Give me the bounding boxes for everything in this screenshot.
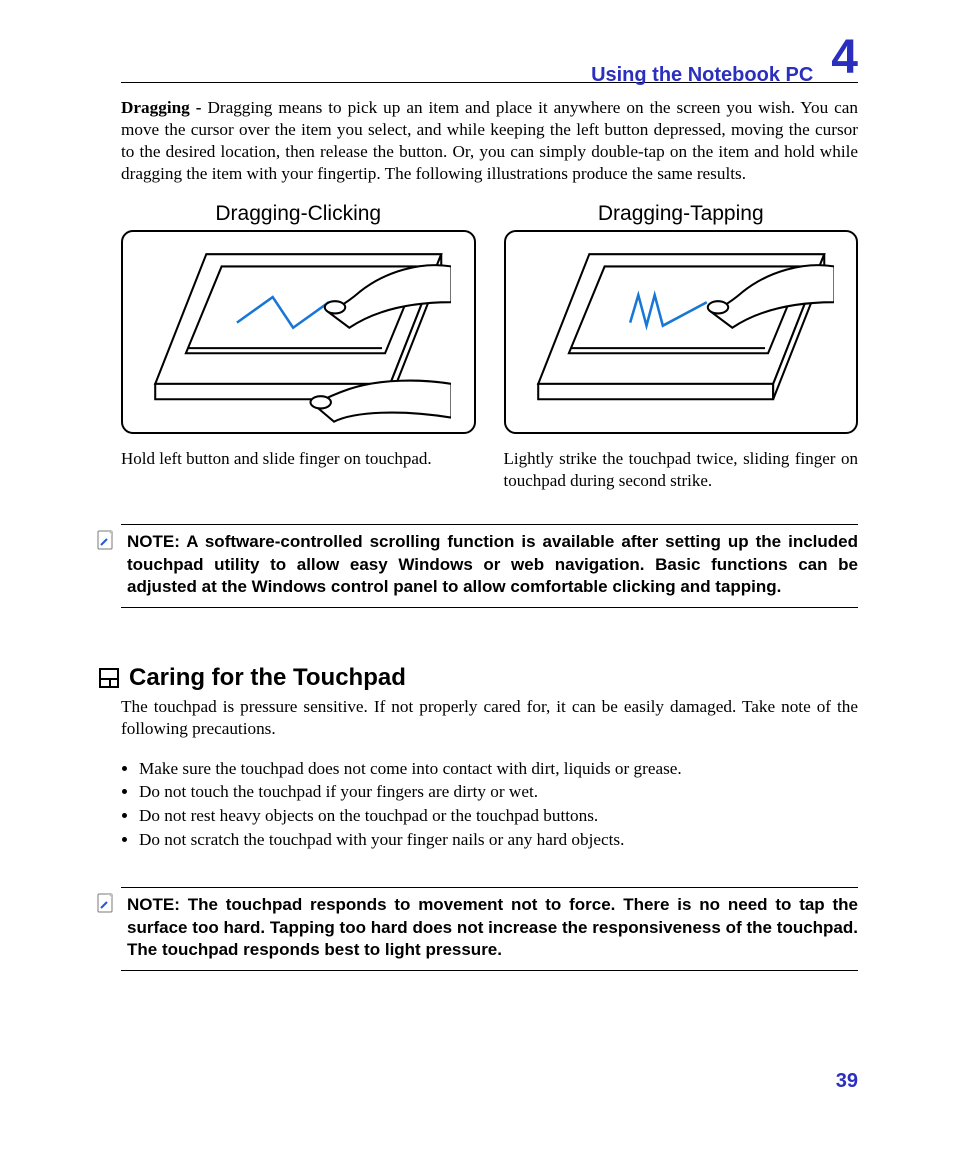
dragging-paragraph: Dragging - Dragging means to pick up an … [121,97,858,185]
figure-left-title: Dragging-Clicking [121,202,476,226]
note-1-wrap: NOTE: A software-controlled scrolling fu… [121,524,858,607]
figure-left: Dragging-Clicking [121,202,476,492]
figure-right-title: Dragging-Tapping [504,202,859,226]
note-icon [97,530,113,550]
dragging-label: Dragging - [121,98,201,117]
dragging-text: Dragging means to pick up an item and pl… [121,98,858,183]
figure-right: Dragging-Tapping Light [504,202,859,492]
list-item: Do not scratch the touchpad with your fi… [139,829,858,852]
page-number: 39 [836,1070,858,1093]
figure-left-caption: Hold left button and slide finger on tou… [121,448,476,470]
list-item: Make sure the touchpad does not come int… [139,758,858,781]
chapter-number: 4 [831,34,858,82]
chapter-title: Using the Notebook PC [591,64,813,87]
section-heading: Caring for the Touchpad [129,664,406,692]
chapter-header: Using the Notebook PC 4 [121,34,858,83]
page: Using the Notebook PC 4 Dragging - Dragg… [0,0,954,1155]
list-item: Do not rest heavy objects on the touchpa… [139,805,858,828]
touchpad-clicking-illustration [145,246,451,425]
section-intro: The touchpad is pressure sensitive. If n… [121,696,858,741]
figure-right-image [504,230,859,434]
figure-left-image [121,230,476,434]
content-area: Using the Notebook PC 4 Dragging - Dragg… [121,34,858,971]
touchpad-tapping-illustration [528,246,834,425]
touchpad-section-icon [99,668,119,688]
note-1: NOTE: A software-controlled scrolling fu… [121,524,858,607]
note-icon [97,893,113,913]
figure-row: Dragging-Clicking [121,202,858,492]
precautions-list: Make sure the touchpad does not come int… [121,758,858,852]
figure-right-caption: Lightly strike the touchpad twice, slidi… [504,448,859,492]
section-heading-row: Caring for the Touchpad [121,664,858,692]
list-item: Do not touch the touchpad if your finger… [139,781,858,804]
note-2-wrap: NOTE: The touchpad responds to movement … [121,887,858,970]
note-2: NOTE: The touchpad responds to movement … [121,887,858,970]
